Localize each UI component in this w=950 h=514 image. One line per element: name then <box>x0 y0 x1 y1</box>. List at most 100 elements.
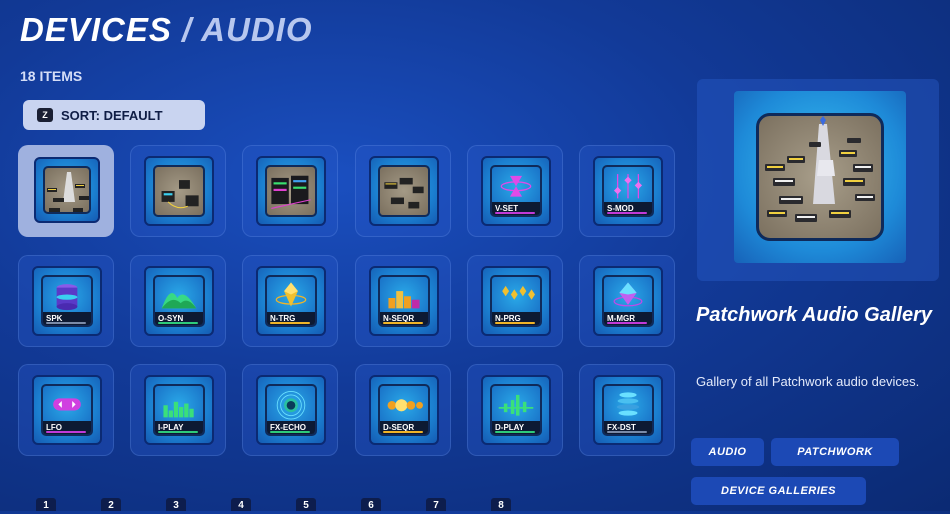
tile-label-bar: M-MGR <box>604 312 652 325</box>
synth-rack-scene-icon <box>265 165 317 217</box>
tile-label-bar: N-TRG <box>267 312 315 325</box>
tile-frame: N-PRG <box>481 266 551 336</box>
waveform-hills-icon: O-SYN <box>153 275 205 327</box>
tile-frame: LFO <box>32 375 102 445</box>
tile-label-bar: D-PLAY <box>492 421 540 434</box>
tile-frame: FX-ECHO <box>256 375 326 445</box>
hourglass-ring-icon: V-SET <box>490 165 542 217</box>
beat-bars-icon: D-PLAY <box>490 384 542 436</box>
tile-frame: I-PLAY <box>144 375 214 445</box>
device-tile[interactable]: D-SEQR <box>355 364 451 456</box>
purple-gem-icon: M-MGR <box>602 275 654 327</box>
tile-accent-line <box>607 212 647 214</box>
tile-label-bar: FX-ECHO <box>267 421 315 434</box>
tile-accent-line <box>383 322 423 324</box>
tile-frame <box>369 156 439 226</box>
tile-frame: V-SET <box>481 156 551 226</box>
tile-frame <box>34 157 100 223</box>
bar-blocks-icon: N-SEQR <box>378 275 430 327</box>
tile-accent-line <box>270 431 310 433</box>
tile-accent-line <box>158 431 198 433</box>
tag-device-galleries[interactable]: DEVICE GALLERIES <box>691 477 866 505</box>
tile-frame: D-SEQR <box>369 375 439 445</box>
sliders-icon: S-MOD <box>602 165 654 217</box>
device-tile[interactable] <box>242 145 338 237</box>
tile-frame: S-MOD <box>593 156 663 226</box>
page-button[interactable]: 4 <box>231 498 251 511</box>
lfo-capsule-icon: LFO <box>41 384 93 436</box>
tile-label-bar: V-SET <box>492 202 540 215</box>
device-tile[interactable]: N-SEQR <box>355 255 451 347</box>
device-tile[interactable]: LFO <box>18 364 114 456</box>
gold-gem-ring-icon: N-TRG <box>265 275 317 327</box>
device-tile[interactable]: FX-ECHO <box>242 364 338 456</box>
page-button[interactable]: 3 <box>166 498 186 511</box>
device-tile[interactable]: M-MGR <box>579 255 675 347</box>
device-cluster-scene-icon <box>153 165 205 217</box>
tile-accent-line <box>46 322 86 324</box>
page-button[interactable]: 7 <box>426 498 446 511</box>
device-tile[interactable]: I-PLAY <box>130 364 226 456</box>
device-tile[interactable]: O-SYN <box>130 255 226 347</box>
tile-frame: M-MGR <box>593 266 663 336</box>
tile-accent-line <box>495 431 535 433</box>
page-button[interactable]: 1 <box>36 498 56 511</box>
tile-accent-line <box>607 431 647 433</box>
step-dots-icon: D-SEQR <box>378 384 430 436</box>
tile-accent-line <box>383 431 423 433</box>
preview-image <box>734 91 906 263</box>
page-button[interactable]: 8 <box>491 498 511 511</box>
tile-label-bar: O-SYN <box>155 312 203 325</box>
tile-label-bar: S-MOD <box>604 202 652 215</box>
tile-accent-line <box>46 431 86 433</box>
tile-label-bar: I-PLAY <box>155 421 203 434</box>
tag-patchwork[interactable]: PATCHWORK <box>771 438 899 466</box>
tile-accent-line <box>270 322 310 324</box>
echo-rings-icon: FX-ECHO <box>265 384 317 436</box>
tile-frame: SPK <box>32 266 102 336</box>
preview-frame <box>697 79 939 281</box>
device-tile[interactable]: D-PLAY <box>467 364 563 456</box>
device-tile[interactable] <box>355 145 451 237</box>
tile-label-bar: D-SEQR <box>380 421 428 434</box>
tile-label-bar: LFO <box>43 421 91 434</box>
device-tile[interactable] <box>130 145 226 237</box>
device-tile[interactable]: FX-DST <box>579 364 675 456</box>
tile-accent-line <box>607 322 647 324</box>
patchwork-gallery-scene-icon <box>756 113 884 241</box>
device-tile[interactable]: SPK <box>18 255 114 347</box>
tile-accent-line <box>158 322 198 324</box>
page-button[interactable]: 5 <box>296 498 316 511</box>
tile-label-bar: SPK <box>43 312 91 325</box>
page-button[interactable]: 6 <box>361 498 381 511</box>
detail-title: Patchwork Audio Gallery <box>696 304 932 326</box>
patchwork-gallery-scene-icon <box>43 166 91 214</box>
detail-panel: Patchwork Audio Gallery Gallery of all P… <box>690 0 950 511</box>
device-tile[interactable]: N-TRG <box>242 255 338 347</box>
tag-audio[interactable]: AUDIO <box>691 438 764 466</box>
tile-frame: N-SEQR <box>369 266 439 336</box>
tile-frame: O-SYN <box>144 266 214 336</box>
speaker-stack-icon: SPK <box>41 275 93 327</box>
tile-frame <box>256 156 326 226</box>
tile-frame <box>144 156 214 226</box>
diamond-row-icon: N-PRG <box>490 275 542 327</box>
page-button[interactable]: 2 <box>101 498 121 511</box>
detail-description: Gallery of all Patchwork audio devices. <box>696 374 920 389</box>
tile-frame: N-TRG <box>256 266 326 336</box>
tile-frame: FX-DST <box>593 375 663 445</box>
device-tile[interactable] <box>18 145 114 237</box>
devices-scene-icon <box>378 165 430 217</box>
tile-label-bar: N-SEQR <box>380 312 428 325</box>
device-tile[interactable]: S-MOD <box>579 145 675 237</box>
distortion-disc-icon: FX-DST <box>602 384 654 436</box>
tile-frame: D-PLAY <box>481 375 551 445</box>
equalizer-bars-icon: I-PLAY <box>153 384 205 436</box>
device-tile[interactable]: N-PRG <box>467 255 563 347</box>
tile-label-bar: N-PRG <box>492 312 540 325</box>
tile-label-bar: FX-DST <box>604 421 652 434</box>
tile-accent-line <box>495 322 535 324</box>
device-grid: V-SET S-MOD SPK O-SYN N-TRG N-SEQR N-PRG M-MGR L… <box>0 0 690 511</box>
tile-accent-line <box>495 212 535 214</box>
device-tile[interactable]: V-SET <box>467 145 563 237</box>
